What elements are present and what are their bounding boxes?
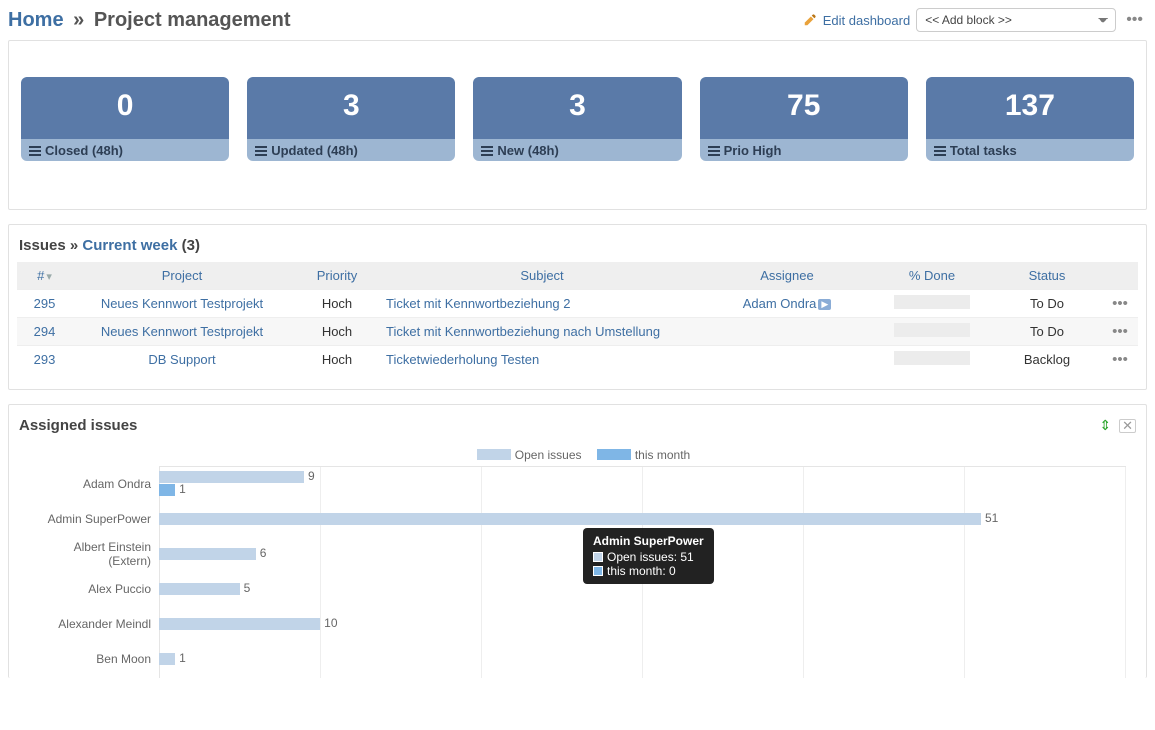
issue-id-link[interactable]: 293 [34,352,56,367]
kpi-label: Total tasks [926,139,1134,161]
chart-title: Assigned issues [19,417,137,434]
move-icon[interactable]: ⇕ [1099,417,1111,434]
chart-row-label: Albert Einstein (Extern) [29,540,159,568]
bar-open[interactable]: 10 [159,618,320,630]
bars-icon [29,146,41,156]
issues-table: #▾ Project Priority Subject Assignee % D… [17,262,1138,373]
col-done[interactable]: % Done [909,268,955,283]
add-block-select[interactable]: << Add block >> [916,8,1116,32]
breadcrumb-current: Project management [94,9,291,31]
bars-icon [255,146,267,156]
breadcrumb-sep: » [69,9,88,31]
issue-id-link[interactable]: 294 [34,324,56,339]
breadcrumb-home[interactable]: Home [8,9,64,31]
pencil-icon [803,13,817,27]
kpi-value: 0 [21,77,229,139]
progress-bar [894,351,970,365]
kpi-value: 75 [700,77,908,139]
table-row: 294 Neues Kennwort Testprojekt Hoch Tick… [17,318,1138,346]
progress-bar [894,323,970,337]
bar-open[interactable]: 51 [159,513,981,525]
col-id[interactable]: # [37,268,44,283]
issues-panel: Issues » Current week (3) #▾ Project Pri… [8,224,1147,390]
col-subject[interactable]: Subject [520,268,563,283]
chart-row-label: Admin SuperPower [29,512,159,526]
issue-id-link[interactable]: 295 [34,296,56,311]
chart-row: Ben Moon 1 [29,641,1126,676]
issue-subject-link[interactable]: Ticket mit Kennwortbeziehung nach Umstel… [386,324,660,339]
kpi-card[interactable]: 0 Closed (48h) [21,77,229,161]
progress-bar [894,295,970,309]
issues-title-link[interactable]: Current week [82,237,177,254]
col-assignee[interactable]: Assignee [760,268,813,283]
bars-icon [934,146,946,156]
issue-project-link[interactable]: Neues Kennwort Testprojekt [101,324,263,339]
user-badge-icon: ▶ [818,299,831,310]
chart-row: Admin SuperPower 51 [29,501,1126,536]
table-row: 295 Neues Kennwort Testprojekt Hoch Tick… [17,290,1138,318]
chart-row-label: Adam Ondra [29,477,159,491]
issue-project-link[interactable]: DB Support [148,352,215,367]
chart-row-label: Alex Puccio [29,582,159,596]
table-row: 293 DB Support Hoch Ticketwiederholung T… [17,346,1138,374]
edit-dashboard-link[interactable]: Edit dashboard [823,13,910,28]
bar-open[interactable]: 6 [159,548,256,560]
more-icon[interactable]: ••• [1122,11,1147,29]
kpi-card[interactable]: 3 Updated (48h) [247,77,455,161]
chart-row-label: Alexander Meindl [29,617,159,631]
bar-month[interactable]: 1 [159,484,175,496]
kpi-label: Closed (48h) [21,139,229,161]
legend-swatch-open [477,449,511,460]
chart-row: Alex Puccio 5 [29,571,1126,606]
close-icon[interactable]: ✕ [1119,419,1136,433]
col-status[interactable]: Status [1029,268,1066,283]
bar-open[interactable]: 5 [159,583,240,595]
kpi-value: 3 [473,77,681,139]
chart-row-label: Ben Moon [29,652,159,666]
kpi-value: 3 [247,77,455,139]
issue-subject-link[interactable]: Ticket mit Kennwortbeziehung 2 [386,296,571,311]
col-priority[interactable]: Priority [317,268,357,283]
kpi-value: 137 [926,77,1134,139]
kpi-card[interactable]: 75 Prio High [700,77,908,161]
chart-row: Albert Einstein (Extern) 6 [29,536,1126,571]
chart-row: Alexander Meindl 10 [29,606,1126,641]
sort-desc-icon: ▾ [46,271,52,283]
chart-panel: Assigned issues ⇕ ✕ Open issues this mon… [8,404,1147,678]
bars-icon [481,146,493,156]
issue-subject-link[interactable]: Ticketwiederholung Testen [386,352,539,367]
kpi-card[interactable]: 3 New (48h) [473,77,681,161]
kpi-label: Updated (48h) [247,139,455,161]
issues-header-row: #▾ Project Priority Subject Assignee % D… [17,262,1138,290]
issue-project-link[interactable]: Neues Kennwort Testprojekt [101,296,263,311]
kpi-label: Prio High [700,139,908,161]
page-header: Home » Project management Edit dashboard… [8,8,1147,40]
kpi-panel: 0 Closed (48h) 3 Updated (48h) 3 New (48… [8,40,1147,210]
chart-row: Adam Ondra 9 1 [29,466,1126,501]
chart-legend: Open issues this month [29,448,1126,462]
bars-icon [708,146,720,156]
page-title: Home » Project management [8,9,291,32]
kpi-label: New (48h) [473,139,681,161]
bar-open[interactable]: 1 [159,653,175,665]
legend-swatch-month [597,449,631,460]
col-project[interactable]: Project [162,268,202,283]
row-actions-icon[interactable]: ••• [1112,323,1128,340]
kpi-card[interactable]: 137 Total tasks [926,77,1134,161]
issue-assignee-link[interactable]: Adam Ondra [743,296,817,311]
row-actions-icon[interactable]: ••• [1112,351,1128,368]
row-actions-icon[interactable]: ••• [1112,295,1128,312]
issues-panel-title: Issues » Current week (3) [9,225,1146,262]
